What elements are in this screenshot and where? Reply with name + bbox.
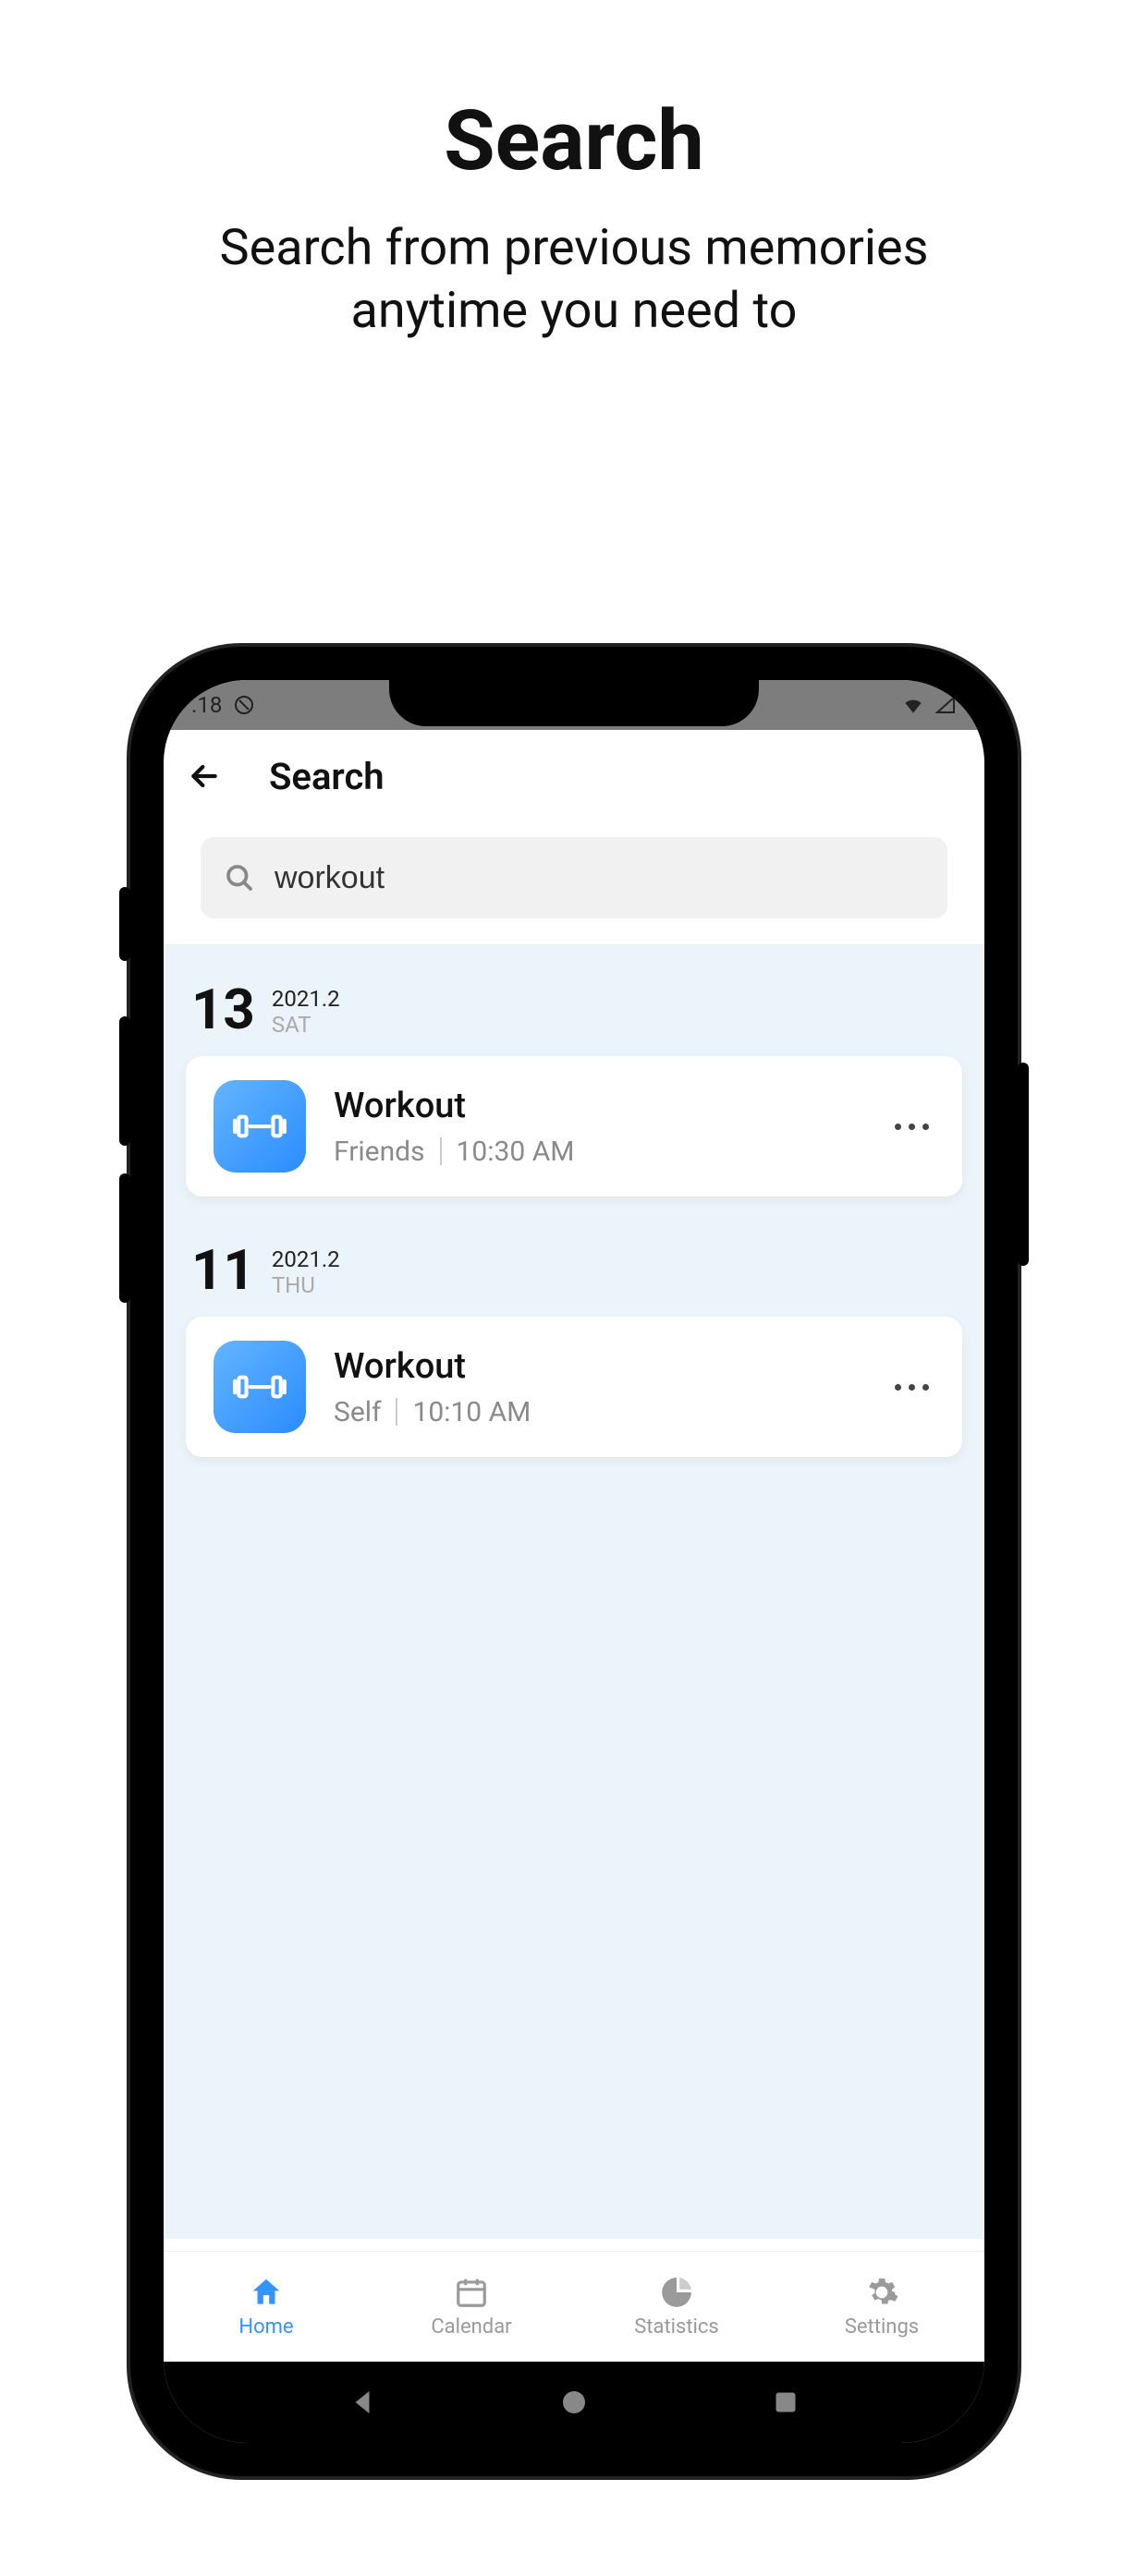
dumbbell-icon [214,1341,306,1433]
wifi-icon [901,693,925,717]
memory-category: Friends [334,1136,425,1168]
memory-title: Workout [334,1346,867,1387]
more-icon[interactable] [895,1384,934,1391]
phone-frame: .18 Search 13 2021.2 SAT [130,647,1018,2476]
app-header: Search [164,730,984,822]
android-back-icon[interactable] [346,2386,379,2419]
nav-label: Settings [845,2315,919,2339]
gear-icon [864,2275,899,2310]
results-list: 13 2021.2 SAT Workout Friends 10:30 AM [164,945,984,2239]
date-year-month: 2021.2 [272,986,340,1012]
phone-volume-up [119,1016,130,1146]
nav-calendar[interactable]: Calendar [369,2252,574,2362]
memory-title: Workout [334,1086,867,1126]
nav-home[interactable]: Home [164,2252,369,2362]
promo-subtitle-line1: Search from previous memories [220,219,929,277]
nav-label: Home [238,2315,293,2339]
android-home-icon[interactable] [557,2386,591,2419]
android-nav-bar [164,2362,984,2443]
statistics-icon [659,2275,694,2310]
date-day-of-week: THU [272,1272,340,1298]
divider [440,1137,442,1165]
dumbbell-icon [214,1080,306,1173]
date-day: 13 [191,982,255,1038]
bottom-nav: Home Calendar Statistics Settings [164,2251,984,2362]
phone-power-button [1018,1063,1029,1266]
divider [396,1398,397,1426]
date-header: 11 2021.2 THU [186,1243,962,1298]
search-icon [223,861,256,894]
nav-label: Calendar [431,2315,511,2339]
calendar-icon [454,2275,489,2310]
status-time: .18 [191,692,222,718]
phone-screen: .18 Search 13 2021.2 SAT [164,680,984,2443]
nav-label: Statistics [634,2315,719,2339]
date-day-of-week: SAT [272,1012,340,1038]
date-year-month: 2021.2 [272,1246,340,1272]
search-container [164,822,984,945]
more-icon[interactable] [895,1124,934,1130]
phone-side-button [119,887,130,961]
nav-statistics[interactable]: Statistics [574,2252,779,2362]
nav-settings[interactable]: Settings [779,2252,984,2362]
promo-title: Search [0,92,1148,189]
phone-notch [389,680,759,726]
page-title: Search [269,755,385,798]
memory-card[interactable]: Workout Self 10:10 AM [186,1317,962,1457]
memory-category: Self [334,1396,381,1428]
search-box[interactable] [201,837,947,918]
back-arrow-icon[interactable] [186,758,223,795]
date-day: 11 [191,1243,255,1298]
android-recent-icon[interactable] [769,2386,802,2419]
date-header: 13 2021.2 SAT [186,982,962,1038]
memory-card[interactable]: Workout Friends 10:30 AM [186,1056,962,1197]
search-input[interactable] [275,860,925,896]
promo-subtitle-line2: anytime you need to [351,282,798,340]
memory-time: 10:30 AM [457,1136,575,1168]
phone-volume-down [119,1173,130,1303]
memory-time: 10:10 AM [412,1396,531,1428]
dnd-icon [233,694,255,716]
signal-icon [934,694,957,716]
home-icon [249,2275,284,2310]
promo-subtitle: Search from previous memories anytime yo… [0,217,1148,342]
